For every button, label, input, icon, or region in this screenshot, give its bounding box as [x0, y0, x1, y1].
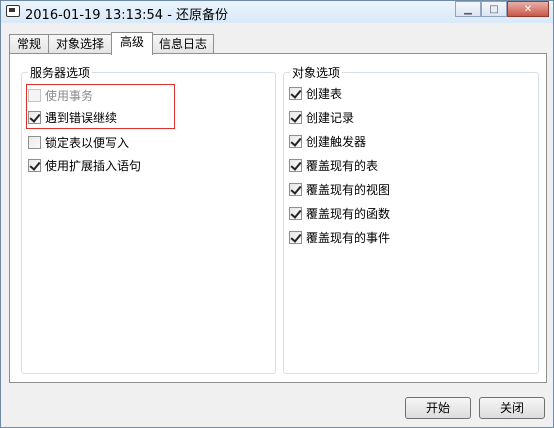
- create-triggers-label: 创建触发器: [306, 134, 367, 149]
- overwrite-tables-label: 覆盖现有的表: [306, 158, 379, 173]
- close-window-button[interactable]: ✕: [507, 1, 549, 17]
- overwrite-events-label: 覆盖现有的事件: [306, 230, 391, 245]
- overwrite-functions-checkbox[interactable]: [289, 206, 302, 220]
- start-button[interactable]: 开始: [405, 397, 471, 419]
- server-options-title: 服务器选项: [28, 64, 93, 81]
- tab-advanced[interactable]: 高级: [111, 32, 153, 55]
- overwrite-functions-option[interactable]: 覆盖现有的函数: [289, 204, 390, 222]
- create-tables-checkbox[interactable]: [289, 86, 302, 100]
- extended-insert-label: 使用扩展插入语句: [45, 158, 142, 173]
- overwrite-functions-label: 覆盖现有的函数: [306, 206, 391, 221]
- overwrite-events-checkbox[interactable]: [289, 230, 302, 244]
- overwrite-events-option[interactable]: 覆盖现有的事件: [289, 228, 390, 246]
- create-tables-label: 创建表: [306, 86, 343, 101]
- object-options-title: 对象选项: [290, 64, 343, 81]
- tab-message-log[interactable]: 信息日志: [152, 34, 214, 54]
- lock-tables-label: 锁定表以便写入: [45, 135, 130, 150]
- create-tables-option[interactable]: 创建表: [289, 84, 342, 102]
- overwrite-views-checkbox[interactable]: [289, 182, 302, 196]
- overwrite-views-label: 覆盖现有的视图: [306, 182, 391, 197]
- tab-general[interactable]: 常规: [9, 34, 49, 54]
- extended-insert-option[interactable]: 使用扩展插入语句: [28, 156, 141, 174]
- window-title: 2016-01-19 13:13:54 - 还原备份: [25, 8, 229, 23]
- create-records-checkbox[interactable]: [289, 110, 302, 124]
- tab-object-selection[interactable]: 对象选择: [48, 34, 112, 54]
- close-button[interactable]: 关闭: [479, 397, 545, 419]
- create-triggers-option[interactable]: 创建触发器: [289, 132, 366, 150]
- extended-insert-checkbox[interactable]: [28, 158, 41, 172]
- create-triggers-checkbox[interactable]: [289, 134, 302, 148]
- create-records-label: 创建记录: [306, 110, 355, 125]
- app-icon: [6, 5, 20, 17]
- lock-tables-option[interactable]: 锁定表以便写入: [28, 133, 129, 151]
- restore-backup-dialog: 2016-01-19 13:13:54 - 还原备份 ▁ □ ✕ 常规 对象选择…: [0, 0, 554, 428]
- overwrite-tables-checkbox[interactable]: [289, 158, 302, 172]
- lock-tables-checkbox[interactable]: [28, 135, 41, 149]
- create-records-option[interactable]: 创建记录: [289, 108, 354, 126]
- overwrite-views-option[interactable]: 覆盖现有的视图: [289, 180, 390, 198]
- minimize-button[interactable]: ▁: [455, 1, 481, 17]
- annotation-highlight-box: [26, 84, 175, 129]
- overwrite-tables-option[interactable]: 覆盖现有的表: [289, 156, 378, 174]
- maximize-button[interactable]: □: [481, 1, 507, 17]
- title-bar[interactable]: 2016-01-19 13:13:54 - 还原备份 ▁ □ ✕: [1, 1, 553, 23]
